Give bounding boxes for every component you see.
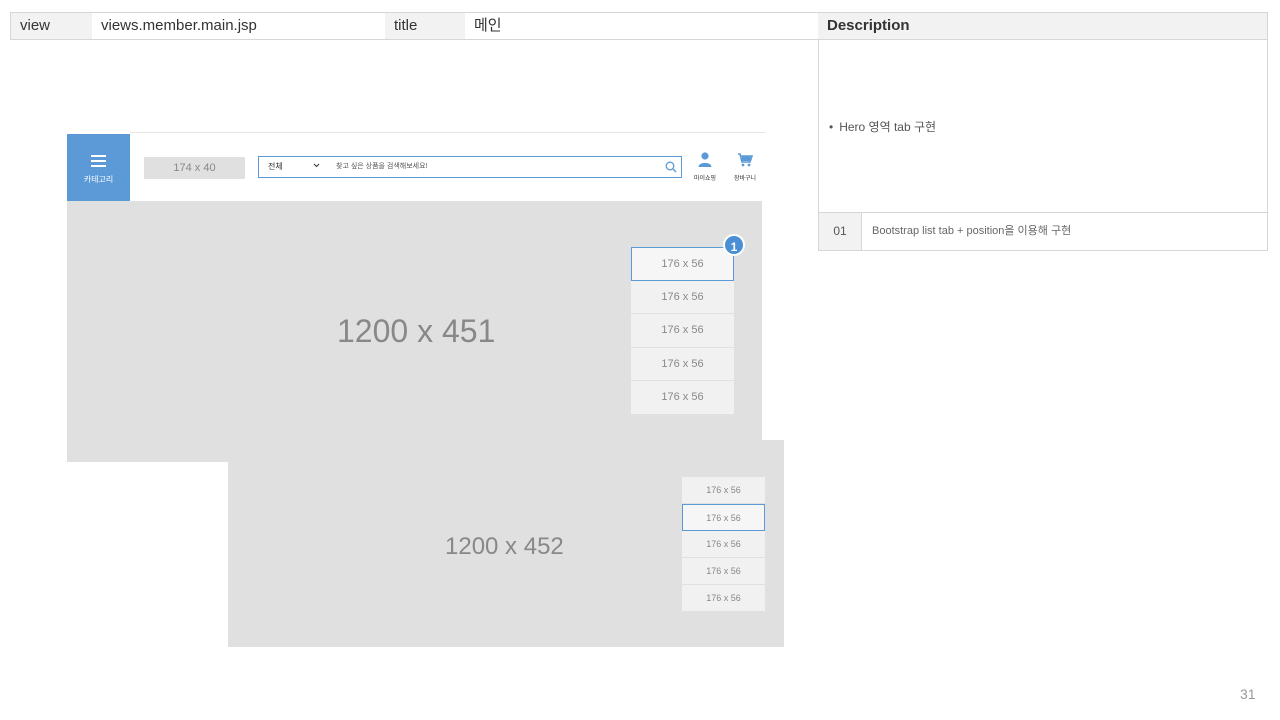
hero-2-tab[interactable]: 176 x 56 [682, 585, 765, 612]
chevron-down-icon[interactable] [313, 162, 320, 169]
mypage-label: 마이쇼핑 [693, 176, 717, 182]
hero-1-tab[interactable]: 176 x 56 [631, 381, 734, 415]
hero-1-tab[interactable]: 176 x 56 [631, 314, 734, 348]
bullet-dot: • [829, 120, 834, 134]
mypage-button[interactable]: 마이쇼핑 [690, 152, 720, 184]
search-icon[interactable] [665, 161, 677, 173]
hamburger-icon [91, 155, 106, 167]
hero-1-tab-list: 176 x 56 176 x 56 176 x 56 176 x 56 176 … [631, 247, 734, 415]
page-number: 31 [1240, 686, 1256, 702]
description-bullet-text: Hero 영역 tab 구현 [839, 120, 937, 134]
category-button[interactable]: 카테고리 [67, 134, 130, 201]
cart-label: 장바구니 [733, 176, 757, 182]
description-row: 01 Bootstrap list tab + position을 이용해 구현 [819, 212, 1267, 250]
hero-2-tab[interactable]: 176 x 56 [682, 558, 765, 585]
hero-2-tab-list: 176 x 56 176 x 56 176 x 56 176 x 56 176 … [682, 477, 765, 612]
view-value: views.member.main.jsp [92, 12, 386, 40]
cart-button[interactable]: 장바구니 [729, 152, 761, 184]
hero-1-tab[interactable]: 176 x 56 [631, 247, 734, 281]
hero-1-tab[interactable]: 176 x 56 [631, 347, 734, 381]
search-bar[interactable]: 전체 찾고 싶은 상품을 검색해보세요! [258, 156, 682, 178]
view-key: view [10, 12, 93, 40]
hero-1-tab[interactable]: 176 x 56 [631, 280, 734, 314]
description-row-number: 01 [819, 213, 862, 250]
search-input[interactable]: 찾고 싶은 상품을 검색해보세요! [336, 157, 428, 177]
hero-2-tab[interactable]: 176 x 56 [682, 477, 765, 504]
description-row-text: Bootstrap list tab + position을 이용해 구현 [872, 225, 1072, 237]
hero-2-tab[interactable]: 176 x 56 [682, 531, 765, 558]
user-icon [698, 152, 712, 167]
hero-2-tab[interactable]: 176 x 56 [682, 504, 765, 531]
hero-2-size-label: 1200 x 452 [445, 533, 564, 560]
description-bullet: • Hero 영역 tab 구현 [829, 118, 936, 135]
annotation-badge: 1 [723, 234, 745, 256]
wireframe-top-divider [130, 132, 765, 133]
category-label: 카테고리 [83, 175, 114, 184]
search-category-select[interactable]: 전체 [268, 157, 283, 177]
title-value: 메인 [465, 12, 819, 40]
hero-1-size-label: 1200 x 451 [337, 313, 496, 349]
logo-placeholder[interactable]: 174 x 40 [144, 157, 245, 179]
title-key: title [385, 12, 466, 40]
description-panel: • Hero 영역 tab 구현 01 Bootstrap list tab + … [818, 40, 1268, 251]
description-heading: Description [818, 12, 1268, 40]
cart-icon [738, 153, 753, 167]
